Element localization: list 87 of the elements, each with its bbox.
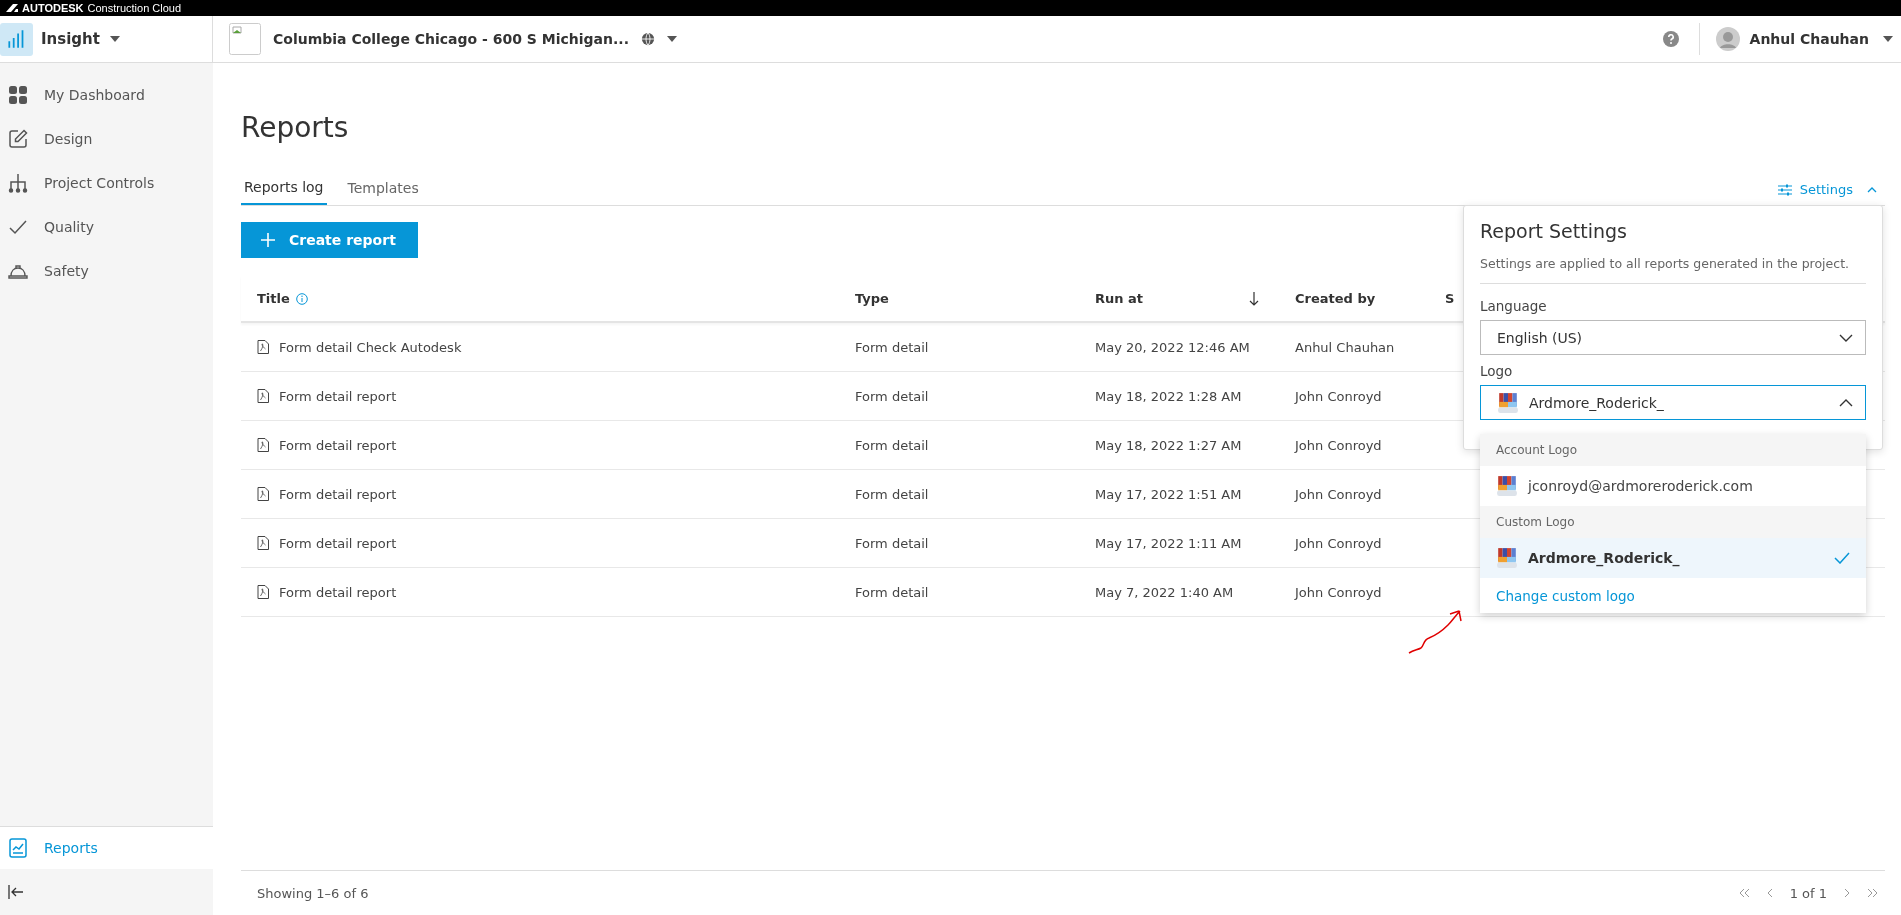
sidebar-item[interactable]: Design	[0, 117, 213, 161]
first-page-icon[interactable]	[1737, 888, 1750, 898]
dashboard-icon	[8, 85, 28, 105]
column-header[interactable]: Type	[855, 291, 889, 306]
column-header[interactable]: Created by	[1295, 291, 1376, 306]
caret-icon	[1883, 36, 1893, 42]
collapse-sidebar-icon[interactable]	[8, 885, 24, 899]
pdf-file-icon	[257, 438, 269, 452]
image-placeholder-icon	[229, 23, 261, 55]
module-switcher[interactable]: Insight	[41, 30, 120, 48]
logo-icon	[1496, 547, 1518, 569]
field-label: Logo	[1480, 363, 1513, 379]
table-cell: Form detail	[855, 339, 929, 355]
table-cell[interactable]: Form detail report	[279, 486, 397, 502]
pdf-file-icon	[257, 340, 269, 354]
sidebar-item[interactable]: Quality	[0, 205, 213, 249]
module-bar-chart-icon	[0, 22, 33, 56]
chevron-icon	[1867, 186, 1877, 193]
menu-option[interactable]: Ardmore_Roderick_	[1480, 538, 1866, 578]
table-cell[interactable]: Form detail report	[279, 437, 397, 453]
table-cell: Form detail	[855, 388, 929, 404]
sidebar-item[interactable]: My Dashboard	[0, 73, 213, 117]
pdf-file-icon	[257, 536, 269, 550]
caret-icon	[667, 36, 677, 42]
sidebar-item[interactable]: Safety	[0, 249, 213, 293]
table-cell: May 20, 2022 12:46 AM	[1095, 339, 1250, 355]
table-cell[interactable]: Form detail Check Autodesk	[279, 339, 462, 355]
checkmark-icon	[1834, 552, 1850, 564]
sliders-icon	[1777, 183, 1792, 196]
tab[interactable]: Reports log	[241, 173, 327, 205]
table-cell: Anhul Chauhan	[1295, 339, 1395, 355]
info-icon	[295, 292, 308, 305]
language-dropdown[interactable]: English (US)	[1480, 320, 1866, 355]
user-menu[interactable]: Anhul Chauhan	[1749, 31, 1869, 47]
sort-arrow-icon[interactable]	[1249, 291, 1259, 306]
help-icon[interactable]	[1662, 31, 1679, 47]
menu-option[interactable]: jconroyd@ardmoreroderick.com	[1480, 466, 1866, 506]
table-cell: May 18, 2022 1:28 AM	[1095, 388, 1242, 404]
caret-icon	[109, 36, 120, 42]
table-cell: John Conroyd	[1295, 388, 1382, 404]
field-label: Language	[1480, 298, 1547, 314]
page-title: Reports	[241, 111, 350, 146]
table-cell[interactable]: Form detail report	[279, 535, 397, 551]
avatar-icon	[1715, 27, 1740, 51]
column-header[interactable]: Title	[257, 291, 290, 306]
plus-icon	[261, 233, 275, 247]
chevron-up-icon	[1839, 398, 1853, 407]
table-cell[interactable]: Form detail report	[279, 584, 397, 600]
logo-dropdown[interactable]: Ardmore_Roderick_	[1480, 385, 1866, 420]
globe-icon	[641, 32, 655, 46]
sidebar-item[interactable]: Project Controls	[0, 161, 213, 205]
table-cell: May 18, 2022 1:27 AM	[1095, 437, 1242, 453]
logo-icon	[1496, 475, 1518, 497]
table-cell: Form detail	[855, 535, 929, 551]
table-cell: John Conroyd	[1295, 486, 1382, 502]
column-header[interactable]: Run at	[1095, 291, 1144, 306]
chevron-down-icon	[1839, 333, 1853, 342]
hierarchy-icon	[8, 173, 28, 193]
menu-group-heading: Account Logo	[1480, 434, 1866, 466]
last-page-icon[interactable]	[1867, 888, 1879, 898]
pdf-file-icon	[257, 389, 269, 403]
table-cell: Form detail	[855, 486, 929, 502]
product-name: Construction Cloud	[87, 2, 182, 14]
column-header[interactable]: S	[1445, 291, 1455, 306]
project-selector[interactable]: Columbia College Chicago - 600 S Michigan...	[273, 31, 629, 47]
table-cell: John Conroyd	[1295, 535, 1382, 551]
table-cell[interactable]: Form detail report	[279, 388, 397, 404]
table-cell: Form detail	[855, 584, 929, 600]
page-indicator: 1 of 1	[1789, 885, 1827, 901]
pdf-file-icon	[257, 487, 269, 501]
table-cell: May 17, 2022 1:11 AM	[1095, 535, 1242, 551]
table-cell: Form detail	[855, 437, 929, 453]
report-chart-icon	[8, 838, 28, 858]
autodesk-logo-icon	[6, 4, 18, 12]
result-count: Showing 1–6 of 6	[257, 885, 369, 901]
table-cell: John Conroyd	[1295, 584, 1382, 600]
panel-title: Report Settings	[1480, 220, 1628, 242]
table-cell: May 7, 2022 1:40 AM	[1095, 584, 1234, 600]
menu-group-heading: Custom Logo	[1480, 506, 1866, 538]
pdf-file-icon	[257, 585, 269, 599]
pencil-icon	[8, 129, 28, 149]
table-cell: John Conroyd	[1295, 437, 1382, 453]
logo-icon	[1497, 391, 1519, 414]
panel-description: Settings are applied to all reports generated in the project.	[1480, 256, 1851, 271]
tab[interactable]: Templates	[344, 173, 422, 205]
table-cell: May 17, 2022 1:51 AM	[1095, 486, 1242, 502]
brand-name: AUTODESK	[22, 2, 84, 14]
